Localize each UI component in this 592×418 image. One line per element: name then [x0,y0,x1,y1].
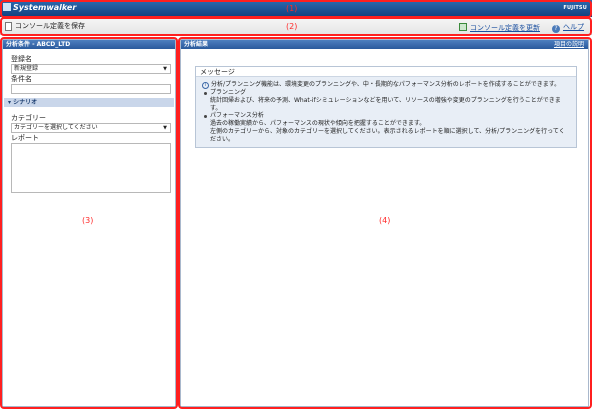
analysis-results-panel: 分析結果 項目の説明 メッセージ i 分析/プランニング機能は、環境変更のプランニン… [180,39,589,407]
registration-select[interactable]: 新規登録 ▼ [11,64,171,74]
annotation-4: (4) [379,216,391,225]
annotation-3: (3) [82,216,94,225]
save-console-definition-button[interactable]: コンソール定義を保存 [5,21,85,31]
condition-input[interactable] [11,84,171,94]
message-body: i 分析/プランニング機能は、環境変更のプランニングや、中・長期的なパフォーマンス… [196,77,576,148]
report-label: レポート [11,134,39,142]
document-icon [5,21,12,31]
item-description-link[interactable]: 項目の説明 [554,40,584,49]
product-logo: Systemwalker [3,3,76,12]
annotation-2: (2) [286,22,298,31]
systemwalker-icon [3,3,11,11]
refresh-console-definition-link[interactable]: コンソール定義を更新 [459,22,540,33]
refresh-icon [459,22,467,31]
registration-label: 登録名 [11,55,32,63]
help-link[interactable]: ? ヘルプ [552,22,584,33]
panel-title: 分析条件 - ABCD_LTD [3,40,175,49]
vendor-logo: FUJITSU [563,5,587,11]
performance-item: パフォーマンス分析 過去の稼働実績から、パフォーマンスの現状や傾向を把握することが… [204,112,570,128]
chevron-down-icon: ▼ [163,125,167,131]
condition-label: 条件名 [11,75,32,83]
guidance-text: 左側のカテゴリーから、対象のカテゴリーを選択してください。表示されるレポートを順… [210,127,565,143]
report-list[interactable] [11,143,171,193]
category-select[interactable]: カテゴリーを選択してください ▼ [11,123,171,133]
help-icon: ? [552,25,560,33]
message-title: メッセージ [196,67,576,77]
annotation-1: (1) [286,4,298,13]
scenario-section-header[interactable]: ▾ シナリオ [4,98,174,107]
planning-item: プランニング 統計回帰および、将来の予測、What-ifシミュレーションなどを用い… [204,89,570,112]
panel-title: 分析結果 項目の説明 [181,40,588,49]
category-label: カテゴリー [11,114,46,122]
toolbar-links: コンソール定義を更新 ? ヘルプ [459,22,584,33]
message-box: メッセージ i 分析/プランニング機能は、環境変更のプランニングや、中・長期的なパ… [195,66,577,148]
analysis-conditions-panel: 分析条件 - ABCD_LTD 登録名 新規登録 ▼ 条件名 ▾ シナリオ カテゴ… [2,39,176,407]
info-icon: i [202,82,209,89]
chevron-down-icon: ▼ [163,66,167,72]
